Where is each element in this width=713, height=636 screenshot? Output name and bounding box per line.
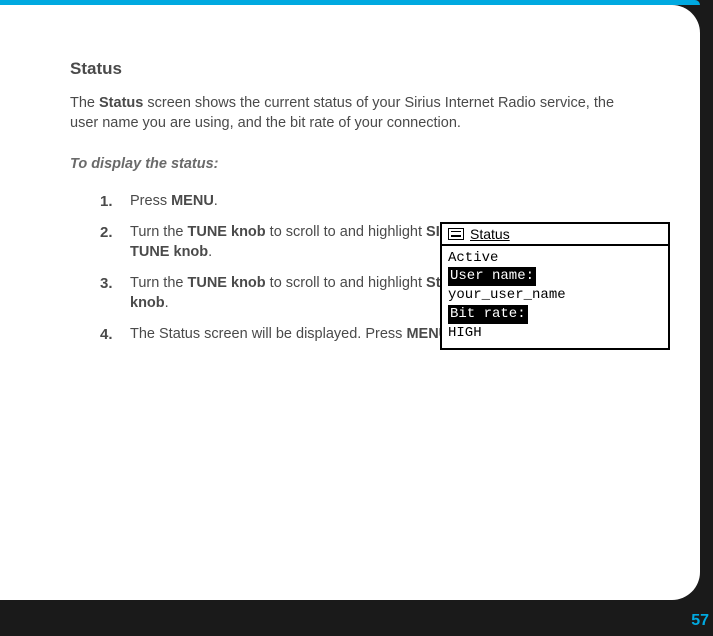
step-4-text: The Status screen will be displayed. Pre… [130, 326, 406, 342]
display-title-text: Status [470, 226, 510, 242]
step-1: Press MENU. [100, 192, 630, 212]
intro-bold: Status [99, 95, 143, 111]
page-title: Status [70, 59, 630, 79]
page-number: 57 [691, 612, 709, 630]
step-1-bold: MENU [171, 193, 214, 209]
intro-paragraph: The Status screen shows the current stat… [70, 93, 630, 134]
page-frame: Status The Status screen shows the curre… [0, 5, 700, 600]
intro-pre: The [70, 95, 99, 111]
display-rate-label: Bit rate: [448, 305, 528, 324]
page-content: Status The Status screen shows the curre… [0, 5, 700, 377]
device-display: Status Active User name: your_user_name … [440, 222, 670, 350]
step-1-post: . [214, 193, 218, 209]
display-status-line: Active [448, 249, 662, 268]
intro-post: screen shows the current status of your … [70, 95, 614, 131]
subheading: To display the status: [70, 156, 630, 172]
display-rate-value: HIGH [448, 324, 662, 343]
display-body: Active User name: your_user_name Bit rat… [442, 246, 668, 348]
menu-icon [448, 228, 464, 240]
step-1-text: Press [130, 193, 171, 209]
steps-container: Press MENU. Turn the TUNE knob to scroll… [70, 192, 630, 345]
display-titlebar: Status [442, 224, 668, 246]
display-user-label: User name: [448, 267, 536, 286]
display-user-value: your_user_name [448, 286, 662, 305]
